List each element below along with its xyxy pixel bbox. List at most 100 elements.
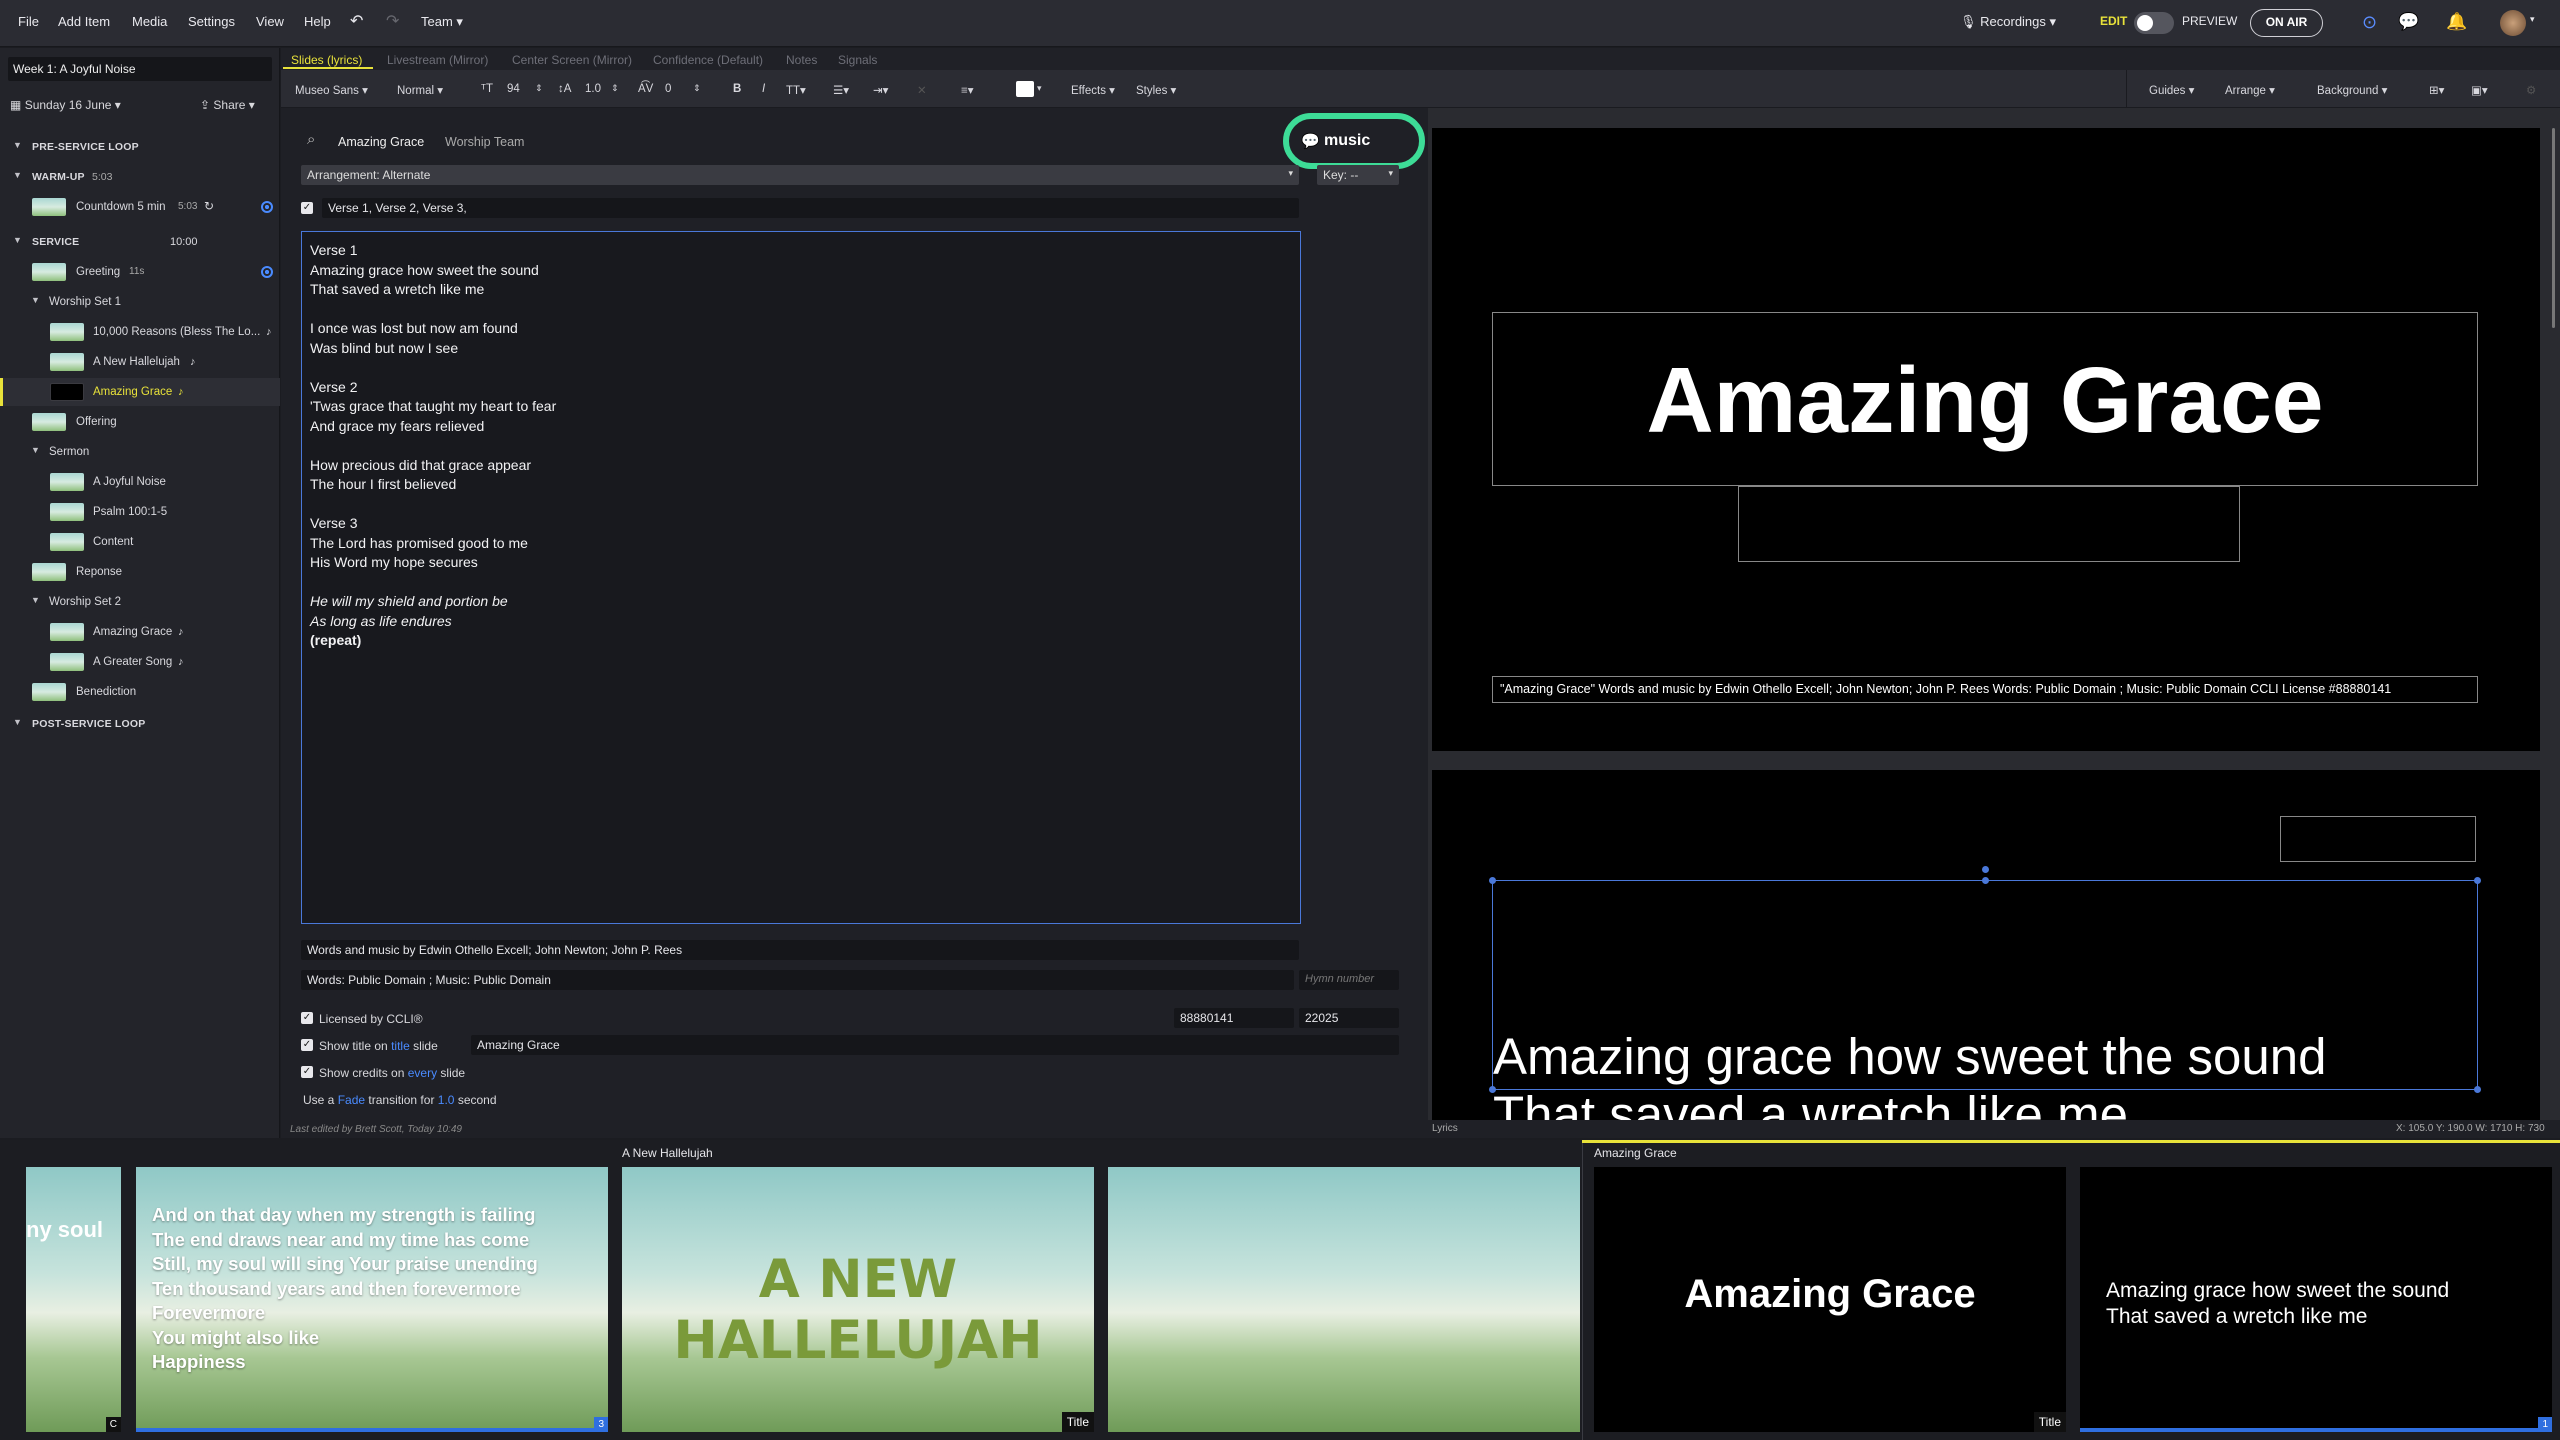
color-chevron-icon[interactable]: ▾ [1037,83,1042,94]
redo-icon[interactable]: ↷ [386,11,399,31]
resize-handle[interactable] [2474,877,2481,884]
subtitle-textbox[interactable] [1738,486,2240,562]
guides-dropdown[interactable]: Guides ▾ [2149,83,2194,97]
plan-title-field[interactable]: Week 1: A Joyful Noise [8,57,272,81]
font-weight-select[interactable]: Normal ▾ [397,83,443,97]
ccli-song-number-field[interactable]: 22025 [1299,1008,1399,1028]
title-textbox[interactable]: Amazing Grace [1492,312,2478,486]
font-size-stepper-icon[interactable]: ⇕ [535,83,543,94]
ccli-number-field[interactable]: 88880141 [1174,1008,1294,1028]
date-dropdown[interactable]: ▦ Sunday 16 June ▾ [10,98,121,112]
menu-file[interactable]: File [18,14,39,29]
indent-icon[interactable]: ⇥▾ [873,83,888,97]
selected-lyric-textbox[interactable]: Amazing grace how sweet the sound That s… [1489,866,2481,1138]
item-benediction[interactable]: Benediction [0,678,280,706]
show-title-field[interactable]: Amazing Grace [471,1035,1399,1055]
more-icon[interactable]: ⊙ [2362,12,2377,33]
arrangement-select[interactable]: Arrangement: Alternate ▾ [301,165,1299,185]
letter-spacing-value[interactable]: 0 [665,83,671,95]
letter-spacing-stepper-icon[interactable]: ⇕ [693,83,701,94]
bold-icon[interactable]: B [733,83,741,95]
group-worship-set-2[interactable]: ▼ Worship Set 2 [0,588,280,616]
arrange-dropdown[interactable]: Arrange ▾ [2225,83,2275,97]
bell-icon[interactable]: 🔔 [2446,12,2467,32]
song-author-tag[interactable]: Worship Team [445,135,524,149]
group-worship-set-1[interactable]: ▼ Worship Set 1 [0,288,280,316]
item-countdown[interactable]: Countdown 5 min 5:03 ↻ [0,193,280,221]
section-pre-service[interactable]: ▼ PRE-SERVICE LOOP [0,133,280,161]
resize-handle[interactable] [2474,1086,2481,1093]
chat-icon[interactable]: 💬 [2398,12,2419,32]
menu-add-item[interactable]: Add Item [58,14,110,29]
font-family-select[interactable]: Museo Sans ▾ [295,83,368,97]
empty-textbox[interactable] [2280,816,2476,862]
menu-media[interactable]: Media [132,14,167,29]
bullet-list-icon[interactable]: ☰▾ [833,83,849,97]
item-new-hallelujah[interactable]: A New Hallelujah ♪ [0,348,280,376]
lyric-slide-preview[interactable]: Amazing grace how sweet the sound That s… [1432,770,2540,1138]
credits-textbox[interactable]: "Amazing Grace" Words and music by Edwin… [1492,676,2478,703]
settings-icon[interactable]: ⚙ [2526,83,2536,97]
line-height-value[interactable]: 1.0 [585,83,601,95]
item-greater-song[interactable]: A Greater Song ♪ [0,648,280,676]
line-height-stepper-icon[interactable]: ⇕ [611,83,619,94]
filmstrip-slide-hallelujah-title[interactable]: A NEW HALLELUJAH Title [622,1167,1094,1432]
image-icon[interactable]: ▣▾ [2471,83,2488,97]
clear-format-icon[interactable]: ✕ [917,83,927,97]
filmstrip-slide-amazing-title[interactable]: Amazing Grace Title [1594,1167,2066,1432]
filmstrip-slide-hallelujah-blank[interactable] [1108,1167,1580,1432]
align-icon[interactable]: ≡▾ [961,83,973,97]
transition-duration-link[interactable]: 1.0 [438,1093,455,1107]
item-10000-reasons[interactable]: 10,000 Reasons (Bless The Lo... ♪ [0,318,280,346]
rotate-handle[interactable] [1982,866,1989,873]
preview-scrollbar[interactable] [2552,128,2555,328]
section-warmup[interactable]: ▼ WARM-UP 5:03 [0,163,280,191]
section-post-service[interactable]: ▼ POST-SERVICE LOOP [0,710,280,738]
share-button[interactable]: ⇪ Share ▾ [200,98,255,112]
item-greeting[interactable]: Greeting 11s [0,258,280,286]
italic-icon[interactable]: I [762,83,765,95]
item-reponse[interactable]: Reponse [0,558,280,586]
text-case-icon[interactable]: TT▾ [786,83,806,97]
recordings-dropdown[interactable]: 🎙 Recordings ▾ [1960,14,2056,30]
song-title-field[interactable]: Amazing Grace [338,135,424,149]
menu-view[interactable]: View [256,14,284,29]
team-dropdown[interactable]: Team ▾ [421,14,463,30]
item-content[interactable]: Content [0,528,280,556]
font-size-value[interactable]: 94 [507,83,520,95]
section-service[interactable]: ▼ SERVICE 10:00 [0,228,280,256]
show-credits-checkbox[interactable]: ✓ [301,1066,313,1078]
layout-icon[interactable]: ⊞▾ [2429,83,2444,97]
credits-field[interactable]: Words and music by Edwin Othello Excell;… [301,940,1299,960]
background-dropdown[interactable]: Background ▾ [2317,83,2387,97]
sequence-field[interactable]: Verse 1, Verse 2, Verse 3, [322,198,1299,218]
styles-dropdown[interactable]: Styles ▾ [1136,83,1176,97]
resize-handle[interactable] [1982,877,1989,884]
resize-handle[interactable] [1489,877,1496,884]
mode-toggle[interactable] [2134,12,2174,34]
music-badge[interactable]: music 💬 [1283,113,1425,169]
group-sermon[interactable]: ▼ Sermon [0,438,280,466]
avatar-chevron-icon[interactable]: ▾ [2530,14,2535,25]
menu-settings[interactable]: Settings [188,14,235,29]
item-psalm[interactable]: Psalm 100:1-5 [0,498,280,526]
transition-type-link[interactable]: Fade [338,1093,365,1107]
filmstrip-slide-10000-reasons[interactable]: And on that day when my strength is fail… [136,1167,608,1432]
copyright-field[interactable]: Words: Public Domain ; Music: Public Dom… [301,970,1294,990]
undo-icon[interactable]: ↶ [350,11,363,31]
menu-help[interactable]: Help [304,14,331,29]
lyrics-textarea[interactable]: Verse 1 Amazing grace how sweet the sound… [301,231,1301,924]
filmstrip-slide-amazing-verse[interactable]: Amazing grace how sweet the sound That s… [2080,1167,2552,1432]
show-title-checkbox[interactable]: ✓ [301,1039,313,1051]
tab-signals[interactable]: Signals [838,53,877,67]
filmstrip-slide-partial[interactable]: ny soul C [26,1167,121,1432]
search-icon[interactable]: ⌕ [307,131,315,148]
tab-notes[interactable]: Notes [786,53,817,67]
item-offering[interactable]: Offering [0,408,280,436]
sequence-checkbox[interactable]: ✓ [301,202,313,214]
ccli-checkbox[interactable]: ✓ [301,1012,313,1024]
show-title-link[interactable]: title [391,1039,410,1053]
key-select[interactable]: Key: -- ▾ [1317,165,1399,185]
tab-confidence[interactable]: Confidence (Default) [653,53,763,67]
item-amazing-grace-selected[interactable]: Amazing Grace ♪ [0,378,280,406]
